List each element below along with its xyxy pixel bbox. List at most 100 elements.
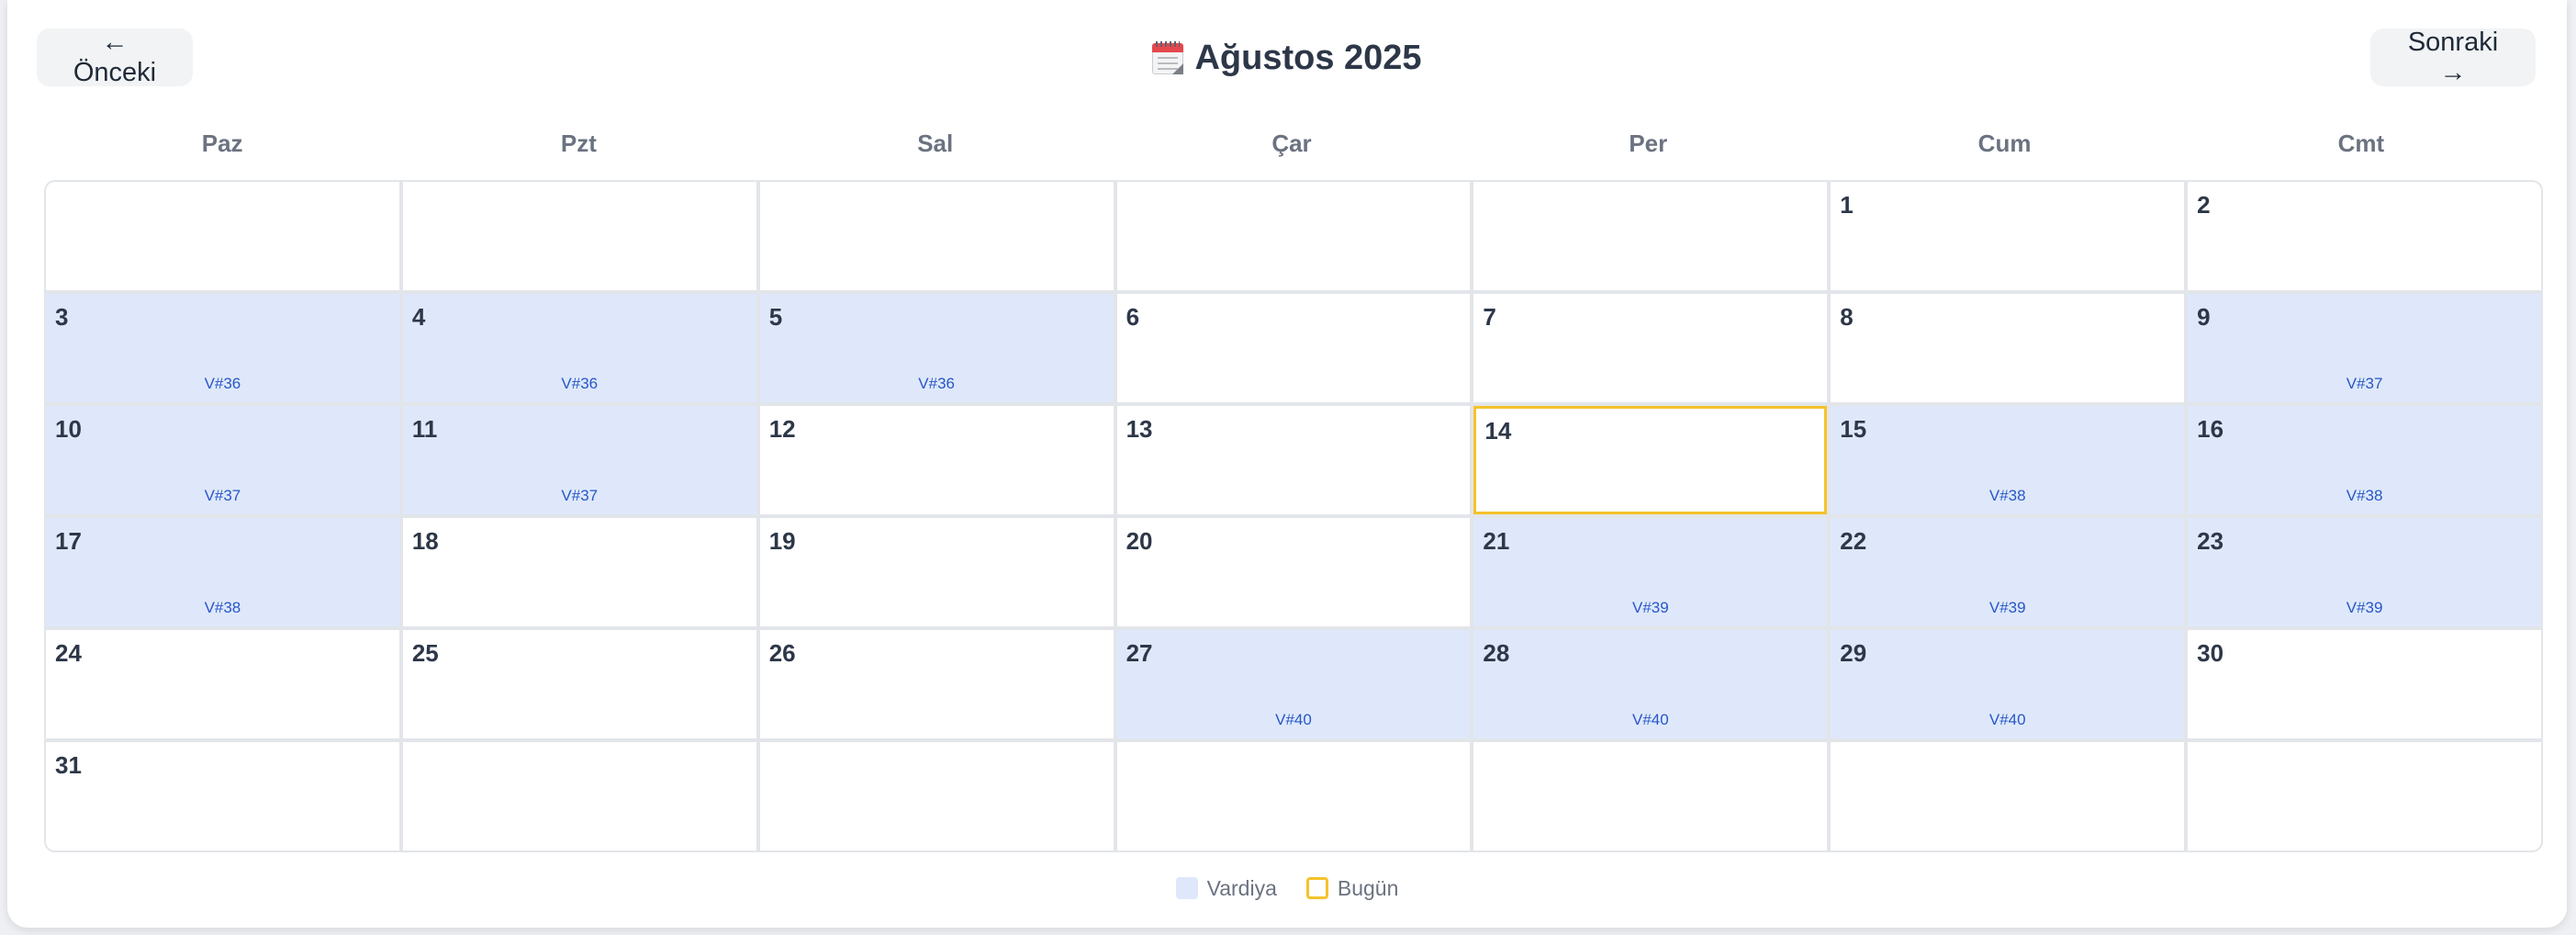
legend-item-shift: Vardiya: [1175, 875, 1277, 901]
calendar-icon: [1152, 41, 1184, 74]
empty-day-cell: [2188, 742, 2541, 851]
day-number: 9: [2197, 303, 2211, 331]
day-number: 4: [411, 303, 426, 331]
day-cell[interactable]: 26: [759, 630, 1114, 738]
empty-day-cell: [46, 182, 399, 290]
day-cell[interactable]: 21 V#39: [1473, 518, 1828, 626]
day-cell[interactable]: 3 V#36: [46, 294, 399, 402]
day-cell[interactable]: 17 V#38: [46, 518, 399, 626]
shift-label: V#38: [1988, 487, 2026, 504]
day-number: 22: [1840, 527, 1867, 555]
day-number: 1: [1840, 191, 1854, 219]
legend-item-today: Bugün: [1305, 875, 1399, 901]
shift-label: V#40: [1275, 711, 1312, 728]
empty-day-cell: [1473, 742, 1828, 851]
day-number: 20: [1126, 527, 1153, 555]
day-cell[interactable]: 25: [402, 630, 756, 738]
empty-day-cell: [1116, 742, 1471, 851]
day-cell[interactable]: 11 V#37: [402, 406, 756, 514]
day-number: 6: [1126, 303, 1140, 331]
day-number: 12: [768, 415, 796, 443]
next-button-label: Sonraki →: [2407, 27, 2499, 87]
empty-day-cell: [402, 182, 756, 290]
day-cell[interactable]: 5 V#36: [759, 294, 1114, 402]
day-number: 31: [55, 751, 82, 779]
day-number: 19: [768, 527, 796, 555]
day-cell[interactable]: 7: [1473, 294, 1828, 402]
weekday-wednesday: Çar: [1271, 130, 1312, 157]
day-number: 30: [2197, 639, 2224, 667]
day-cell[interactable]: 1: [1831, 182, 2185, 290]
day-cell[interactable]: 20: [1116, 518, 1471, 626]
day-cell[interactable]: 10 V#37: [46, 406, 399, 514]
weekday-tuesday: Sal: [917, 130, 954, 157]
calendar-card: ← Önceki Ağustos 2025 Sonraki → Paz Pzt …: [7, 0, 2567, 928]
weekday-monday: Pzt: [560, 130, 597, 157]
day-number: 15: [1840, 415, 1867, 443]
day-number: 21: [1483, 527, 1510, 555]
day-number: 29: [1840, 639, 1867, 667]
weekday-thursday: Per: [1629, 130, 1668, 157]
legend-shift-label: Vardiya: [1206, 875, 1277, 900]
day-number: 26: [768, 639, 796, 667]
shift-label: V#39: [1988, 599, 2026, 616]
day-cell[interactable]: 22 V#39: [1831, 518, 2185, 626]
empty-day-cell: [1116, 182, 1471, 290]
day-cell[interactable]: 2: [2188, 182, 2541, 290]
day-cell[interactable]: 16 V#38: [2188, 406, 2541, 514]
day-number: 7: [1483, 303, 1496, 331]
shift-label: V#37: [204, 487, 241, 504]
day-cell[interactable]: 9 V#37: [2188, 294, 2541, 402]
day-cell[interactable]: 8: [1831, 294, 2185, 402]
day-number: 18: [411, 527, 439, 555]
day-number: 24: [55, 639, 82, 667]
day-number: 14: [1484, 417, 1512, 445]
day-number: 17: [55, 527, 82, 555]
day-cell[interactable]: 28 V#40: [1473, 630, 1828, 738]
day-cell[interactable]: 6: [1116, 294, 1471, 402]
day-cell[interactable]: 12: [759, 406, 1114, 514]
day-number: 3: [55, 303, 69, 331]
day-cell[interactable]: 31: [46, 742, 399, 851]
empty-day-cell: [759, 742, 1114, 851]
shift-label: V#40: [1632, 711, 1669, 728]
shift-label: V#37: [2346, 375, 2383, 392]
day-cell[interactable]: 27 V#40: [1116, 630, 1471, 738]
day-cell[interactable]: 18: [402, 518, 756, 626]
shift-label: V#39: [1632, 599, 1669, 616]
day-number: 16: [2197, 415, 2224, 443]
day-cell[interactable]: 15 V#38: [1831, 406, 2185, 514]
shift-label: V#36: [918, 375, 955, 392]
day-cell[interactable]: 4 V#36: [402, 294, 756, 402]
legend-today-label: Bugün: [1337, 875, 1399, 900]
next-month-button[interactable]: Sonraki →: [2370, 27, 2536, 87]
day-number: 2: [2197, 191, 2211, 219]
day-number: 23: [2197, 527, 2224, 555]
day-cell[interactable]: 24: [46, 630, 399, 738]
shift-label: V#36: [204, 375, 241, 392]
today-swatch: [1305, 877, 1328, 899]
empty-day-cell: [1831, 742, 2185, 851]
shift-label: V#40: [1988, 711, 2026, 728]
day-cell-today[interactable]: 14: [1473, 406, 1828, 514]
shift-label: V#39: [2346, 599, 2383, 616]
month-title-text: Ağustos 2025: [1194, 38, 1422, 77]
shift-label: V#36: [561, 375, 599, 392]
day-number: 27: [1126, 639, 1153, 667]
calendar-grid: 1 2 3 V#36 4 V#36 5 V#36 6 7 8 9 V#37 10 V#37 11 V#37 12 1…: [44, 180, 2543, 852]
empty-day-cell: [402, 742, 756, 851]
shift-swatch: [1175, 877, 1198, 899]
weekday-sunday: Paz: [201, 130, 243, 157]
day-cell[interactable]: 29 V#40: [1831, 630, 2185, 738]
day-cell[interactable]: 23 V#39: [2188, 518, 2541, 626]
day-cell[interactable]: 19: [759, 518, 1114, 626]
empty-day-cell: [759, 182, 1114, 290]
day-number: 11: [411, 415, 438, 443]
month-title: Ağustos 2025: [7, 31, 2567, 84]
legend: Vardiya Bugün: [7, 873, 2567, 904]
day-number: 25: [411, 639, 439, 667]
day-cell[interactable]: 13: [1116, 406, 1471, 514]
day-cell[interactable]: 30: [2188, 630, 2541, 738]
day-number: 28: [1483, 639, 1510, 667]
shift-label: V#37: [561, 487, 599, 504]
